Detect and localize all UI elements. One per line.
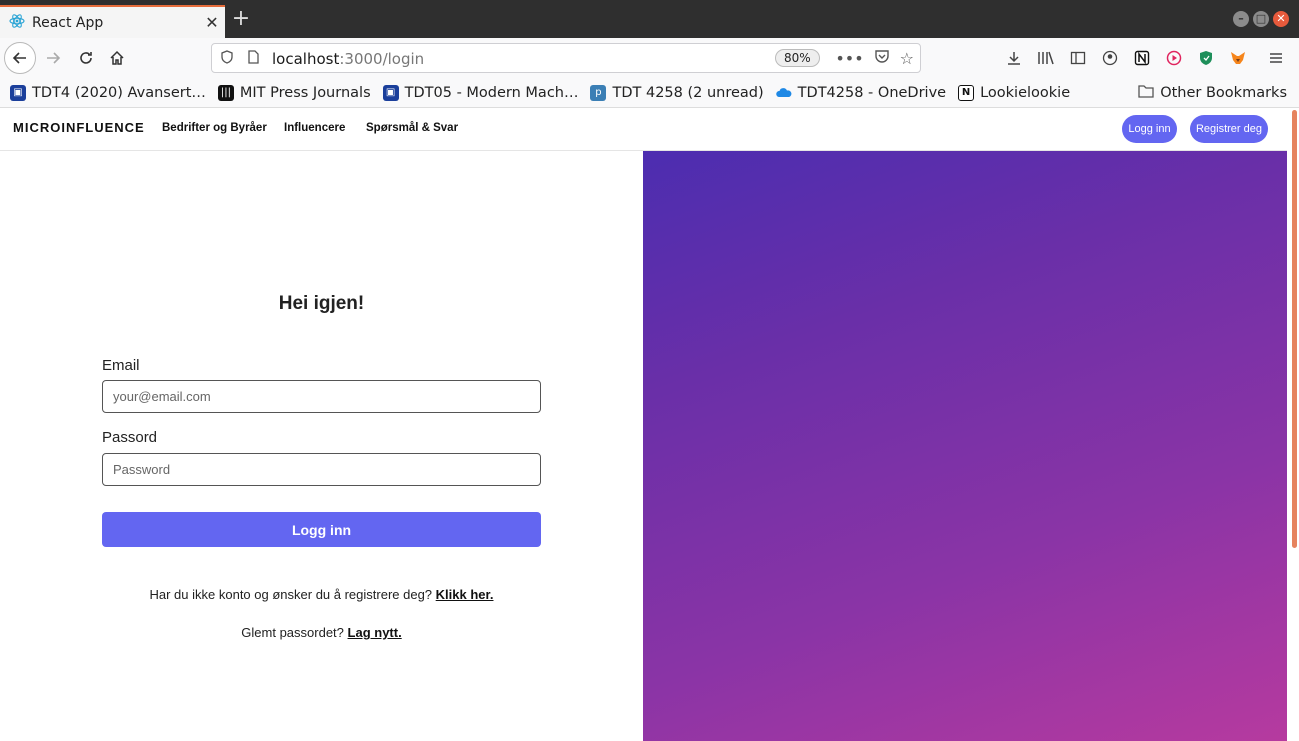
gradient-hero-panel: [643, 151, 1287, 741]
bookmark-label: TDT4 (2020) Avansert…: [32, 84, 206, 101]
browser-titlebar: React App ✕ + – □ ✕: [0, 0, 1299, 38]
tab-title: React App: [32, 14, 104, 31]
notion-icon[interactable]: [1132, 48, 1152, 68]
notion-icon: N: [958, 84, 975, 101]
react-icon: [9, 13, 25, 33]
reset-password-link[interactable]: Lag nytt.: [348, 625, 402, 640]
metamask-icon[interactable]: [1228, 48, 1248, 68]
page-content: MICROINFLUENCE Bedrifter og Byråer Influ…: [0, 108, 1299, 741]
bookmark-item[interactable]: ▣ TDT4 (2020) Avansert…: [10, 84, 206, 101]
tab-close-icon[interactable]: ✕: [199, 13, 225, 32]
reload-icon[interactable]: [70, 42, 102, 74]
account-icon[interactable]: [1100, 48, 1120, 68]
email-field[interactable]: [102, 380, 541, 413]
password-label: Passord: [102, 429, 158, 446]
bookmark-item[interactable]: p TDT 4258 (2 unread): [590, 84, 764, 101]
bookmark-item[interactable]: TDT4258 - OneDrive: [775, 84, 947, 101]
forgot-prompt-text: Glemt passordet?: [241, 625, 344, 640]
bookmark-favicon-icon: ▣: [10, 84, 26, 101]
video-extension-icon[interactable]: [1164, 48, 1184, 68]
menu-icon[interactable]: [1266, 48, 1286, 68]
header-register-button[interactable]: Registrer deg: [1190, 115, 1268, 143]
bookmarks-bar: ▣ TDT4 (2020) Avansert… ||| MIT Press Jo…: [0, 78, 1299, 108]
password-field[interactable]: [102, 453, 541, 486]
bookmark-item[interactable]: N Lookielookie: [958, 84, 1071, 101]
bookmark-label: Lookielookie: [980, 84, 1071, 101]
nav-link-faq[interactable]: Spørsmål & Svar: [366, 122, 458, 134]
login-heading: Hei igjen!: [278, 293, 365, 314]
bookmark-label: MIT Press Journals: [239, 84, 371, 101]
site-logo[interactable]: MICROINFLUENCE: [13, 120, 145, 135]
window-controls: – □ ✕: [1233, 11, 1289, 27]
bookmark-label: TDT05 - Modern Mach…: [404, 84, 579, 101]
header-login-button[interactable]: Logg inn: [1122, 115, 1177, 143]
bookmark-favicon-icon: ▣: [382, 84, 399, 101]
register-prompt-text: Har du ikke konto og ønsker du å registr…: [149, 587, 433, 602]
browser-tab[interactable]: React App ✕: [0, 5, 225, 38]
register-prompt: Har du ikke konto og ønsker du å registr…: [0, 587, 643, 602]
window-close-icon[interactable]: ✕: [1273, 11, 1289, 27]
back-icon[interactable]: [4, 42, 36, 74]
library-icon[interactable]: [1036, 48, 1056, 68]
forgot-password-prompt: Glemt passordet? Lag nytt.: [0, 625, 643, 640]
new-tab-icon[interactable]: +: [229, 8, 253, 32]
scrollbar-thumb[interactable]: [1292, 110, 1297, 548]
pocket-icon[interactable]: [874, 48, 890, 68]
ublock-icon[interactable]: [1196, 48, 1216, 68]
bookmark-label: TDT4258 - OneDrive: [797, 84, 947, 101]
piazza-icon: p: [590, 84, 607, 101]
browser-navbar: localhost:3000/login 80% ••• ☆: [0, 38, 1299, 78]
zoom-indicator[interactable]: 80%: [775, 49, 820, 67]
bookmark-label: TDT 4258 (2 unread): [612, 84, 764, 101]
login-form-panel: Hei igjen! Email Passord Logg inn Har du…: [0, 151, 643, 741]
nav-link-influencers[interactable]: Influencere: [284, 122, 345, 134]
mit-press-icon: |||: [217, 84, 234, 101]
page-scrollbar[interactable]: [1291, 108, 1299, 741]
login-submit-button[interactable]: Logg inn: [102, 512, 541, 547]
other-bookmarks[interactable]: Other Bookmarks: [1138, 84, 1287, 102]
url-path: :3000/login: [339, 49, 425, 68]
forward-icon[interactable]: [37, 42, 69, 74]
other-bookmarks-label: Other Bookmarks: [1160, 85, 1287, 101]
sidebar-icon[interactable]: [1068, 48, 1088, 68]
home-icon[interactable]: [101, 42, 133, 74]
download-icon[interactable]: [1004, 48, 1024, 68]
bookmark-item[interactable]: ▣ TDT05 - Modern Mach…: [382, 84, 579, 101]
more-actions-icon[interactable]: •••: [835, 49, 863, 68]
url-host: localhost: [272, 49, 340, 68]
nav-link-companies[interactable]: Bedrifter og Byråer: [162, 122, 267, 134]
page-info-icon[interactable]: [247, 49, 261, 68]
onedrive-icon: [775, 85, 792, 101]
url-bar[interactable]: localhost:3000/login 80% ••• ☆: [211, 43, 921, 73]
maximize-icon[interactable]: □: [1253, 11, 1269, 27]
site-header: MICROINFLUENCE Bedrifter og Byråer Influ…: [0, 108, 1287, 151]
folder-icon: [1138, 84, 1154, 102]
minimize-icon[interactable]: –: [1233, 11, 1249, 27]
bookmark-star-icon[interactable]: ☆: [900, 49, 914, 68]
shield-icon[interactable]: [221, 49, 235, 68]
bookmark-item[interactable]: ||| MIT Press Journals: [217, 84, 371, 101]
register-link[interactable]: Klikk her.: [436, 587, 494, 602]
email-label: Email: [102, 357, 140, 374]
